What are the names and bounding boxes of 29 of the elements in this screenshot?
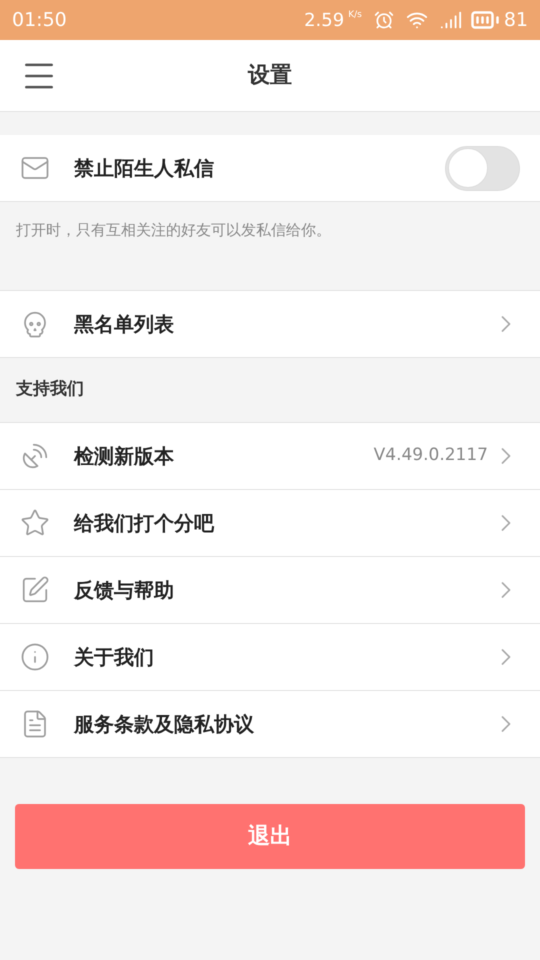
settings-row[interactable]: 服务条款及隐私协议 [0,691,540,758]
signal-icon [440,9,462,31]
page-title: 设置 [248,62,292,90]
edit-icon [20,575,50,605]
settings-row[interactable]: 关于我们 [0,624,540,691]
row-label: 服务条款及隐私协议 [74,711,255,738]
row-label: 检测新版本 [74,443,175,470]
row-label: 关于我们 [74,644,155,671]
star-icon [20,508,50,538]
section-heading: 支持我们 [16,378,84,402]
toggle-switch[interactable] [445,146,520,190]
settings-row[interactable]: 检测新版本 V4.49.0.2117 [0,423,540,490]
status-time: 01:50 [12,8,67,33]
row-label: 反馈与帮助 [74,577,175,604]
row-label: 给我们打个分吧 [74,510,216,537]
network-speed: 2.59 [304,8,344,32]
hint-text: 打开时，只有互相关注的好友可以发私信给你。 [16,221,331,239]
alarm-icon [374,10,394,30]
info-icon [20,642,50,672]
speed-unit: K/s [348,9,362,22]
battery-level: 81 [504,8,528,33]
row-label: 禁止陌生人私信 [74,155,215,182]
row-label: 黑名单列表 [74,311,175,338]
version-value: V4.49.0.2117 [374,444,488,468]
settings-row[interactable]: 给我们打个分吧 [0,490,540,557]
blacklist-row[interactable]: 黑名单列表 [0,291,540,358]
satellite-dish-icon [20,441,50,471]
privacy-row[interactable]: 禁止陌生人私信 [0,135,540,202]
settings-row[interactable]: 反馈与帮助 [0,557,540,624]
